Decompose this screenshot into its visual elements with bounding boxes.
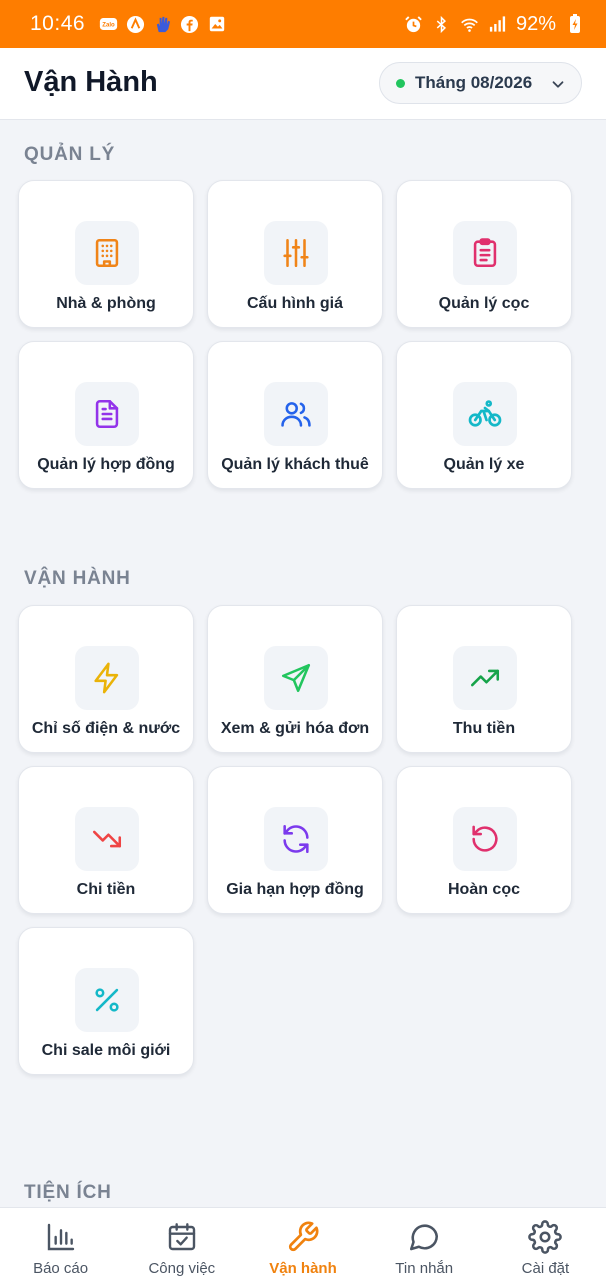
nav-van-hanh[interactable]: Vận hành xyxy=(242,1208,363,1280)
lightning-icon xyxy=(75,646,139,710)
card-label: Gia hạn hợp đồng xyxy=(226,881,364,898)
status-dot xyxy=(396,78,405,88)
app-header: Vận Hành Tháng 08/2026 xyxy=(0,48,606,120)
card-quan-ly-xe[interactable]: Quản lý xe xyxy=(396,341,572,489)
card-chi-sale-moi-gioi[interactable]: Chi sale môi giới xyxy=(18,927,194,1075)
nav-cai-dat[interactable]: Cài đặt xyxy=(485,1208,606,1280)
card-label: Quản lý hợp đồng xyxy=(37,456,175,473)
system-icons: 92% xyxy=(404,13,584,36)
month-label: Tháng 08/2026 xyxy=(415,73,533,92)
battery-icon xyxy=(565,14,584,34)
card-nha-phong[interactable]: Nhà & phòng xyxy=(18,180,194,328)
wrench-icon xyxy=(286,1220,320,1254)
card-label: Quản lý khách thuê xyxy=(221,456,369,473)
alarm-icon xyxy=(404,15,423,34)
a-icon xyxy=(126,15,145,34)
calendar-check-icon xyxy=(165,1220,199,1254)
card-chi-tien[interactable]: Chi tiền xyxy=(18,766,194,914)
nav-cong-viec[interactable]: Công việc xyxy=(121,1208,242,1280)
page-title: Vận Hành xyxy=(24,66,158,98)
card-label: Chỉ số điện & nước xyxy=(31,720,181,737)
card-label: Chi sale môi giới xyxy=(41,1042,171,1059)
document-icon xyxy=(75,382,139,446)
notification-icons: Zalo xyxy=(99,15,226,34)
card-xem-gui-hoa-don[interactable]: Xem & gửi hóa đơn xyxy=(207,605,383,753)
card-label: Chi tiền xyxy=(76,881,136,898)
card-quan-ly-khach-thue[interactable]: Quản lý khách thuê xyxy=(207,341,383,489)
card-gia-han-hop-dong[interactable]: Gia hạn hợp đồng xyxy=(207,766,383,914)
nav-label: Tin nhắn xyxy=(395,1260,454,1277)
card-label: Nhà & phòng xyxy=(56,295,156,312)
card-label: Quản lý xe xyxy=(443,456,525,473)
status-bar: 10:46 Zalo 92% xyxy=(0,0,606,48)
building-icon xyxy=(75,221,139,285)
card-hoan-coc[interactable]: Hoàn cọc xyxy=(396,766,572,914)
nav-label: Báo cáo xyxy=(33,1260,89,1277)
card-thu-tien[interactable]: Thu tiền xyxy=(396,605,572,753)
card-label: Cấu hình giá xyxy=(247,295,343,312)
bluetooth-icon xyxy=(432,15,451,34)
zalo-icon: Zalo xyxy=(99,15,118,34)
bottom-nav: Báo cáo Công việc Vận hành Tin nhắn Cài … xyxy=(0,1207,606,1280)
card-chi-so-dien-nuoc[interactable]: Chỉ số điện & nước xyxy=(18,605,194,753)
send-icon xyxy=(264,646,328,710)
undo-icon xyxy=(453,807,517,871)
wifi-icon xyxy=(460,15,479,34)
sliders-icon xyxy=(264,221,328,285)
section-title-quan-ly: QUẢN LÝ xyxy=(24,144,116,165)
nav-label: Vận hành xyxy=(269,1260,337,1277)
refresh-icon xyxy=(264,807,328,871)
bicycle-icon xyxy=(453,382,517,446)
trending-down-icon xyxy=(75,807,139,871)
svg-text:Zalo: Zalo xyxy=(102,23,115,29)
nav-label: Cài đặt xyxy=(521,1260,570,1277)
percent-icon xyxy=(75,968,139,1032)
chevron-down-icon xyxy=(549,75,567,93)
card-label: Quản lý cọc xyxy=(438,295,530,312)
signal-icon xyxy=(488,15,507,34)
battery-percent: 92% xyxy=(515,12,556,35)
nav-tin-nhan[interactable]: Tin nhắn xyxy=(364,1208,485,1280)
section-title-tien-ich: TIỆN ÍCH xyxy=(24,1182,112,1203)
card-label: Hoàn cọc xyxy=(447,881,520,898)
chat-icon xyxy=(407,1220,441,1254)
trending-up-icon xyxy=(453,646,517,710)
card-cau-hinh-gia[interactable]: Cấu hình giá xyxy=(207,180,383,328)
bar-chart-icon xyxy=(44,1220,78,1254)
month-selector[interactable]: Tháng 08/2026 xyxy=(379,62,582,104)
card-quan-ly-hop-dong[interactable]: Quản lý hợp đồng xyxy=(18,341,194,489)
clipboard-icon xyxy=(453,221,517,285)
facebook-icon xyxy=(180,15,199,34)
section-title-van-hanh: VẬN HÀNH xyxy=(24,568,131,589)
nav-label: Công việc xyxy=(148,1260,216,1277)
image-icon xyxy=(207,15,226,34)
users-icon xyxy=(264,382,328,446)
gear-icon xyxy=(528,1220,563,1254)
card-quan-ly-coc[interactable]: Quản lý cọc xyxy=(396,180,572,328)
card-label: Xem & gửi hóa đơn xyxy=(220,720,370,737)
status-time: 10:46 xyxy=(30,12,86,35)
card-label: Thu tiền xyxy=(452,720,516,737)
nav-bao-cao[interactable]: Báo cáo xyxy=(0,1208,121,1280)
hand-icon xyxy=(153,15,172,34)
